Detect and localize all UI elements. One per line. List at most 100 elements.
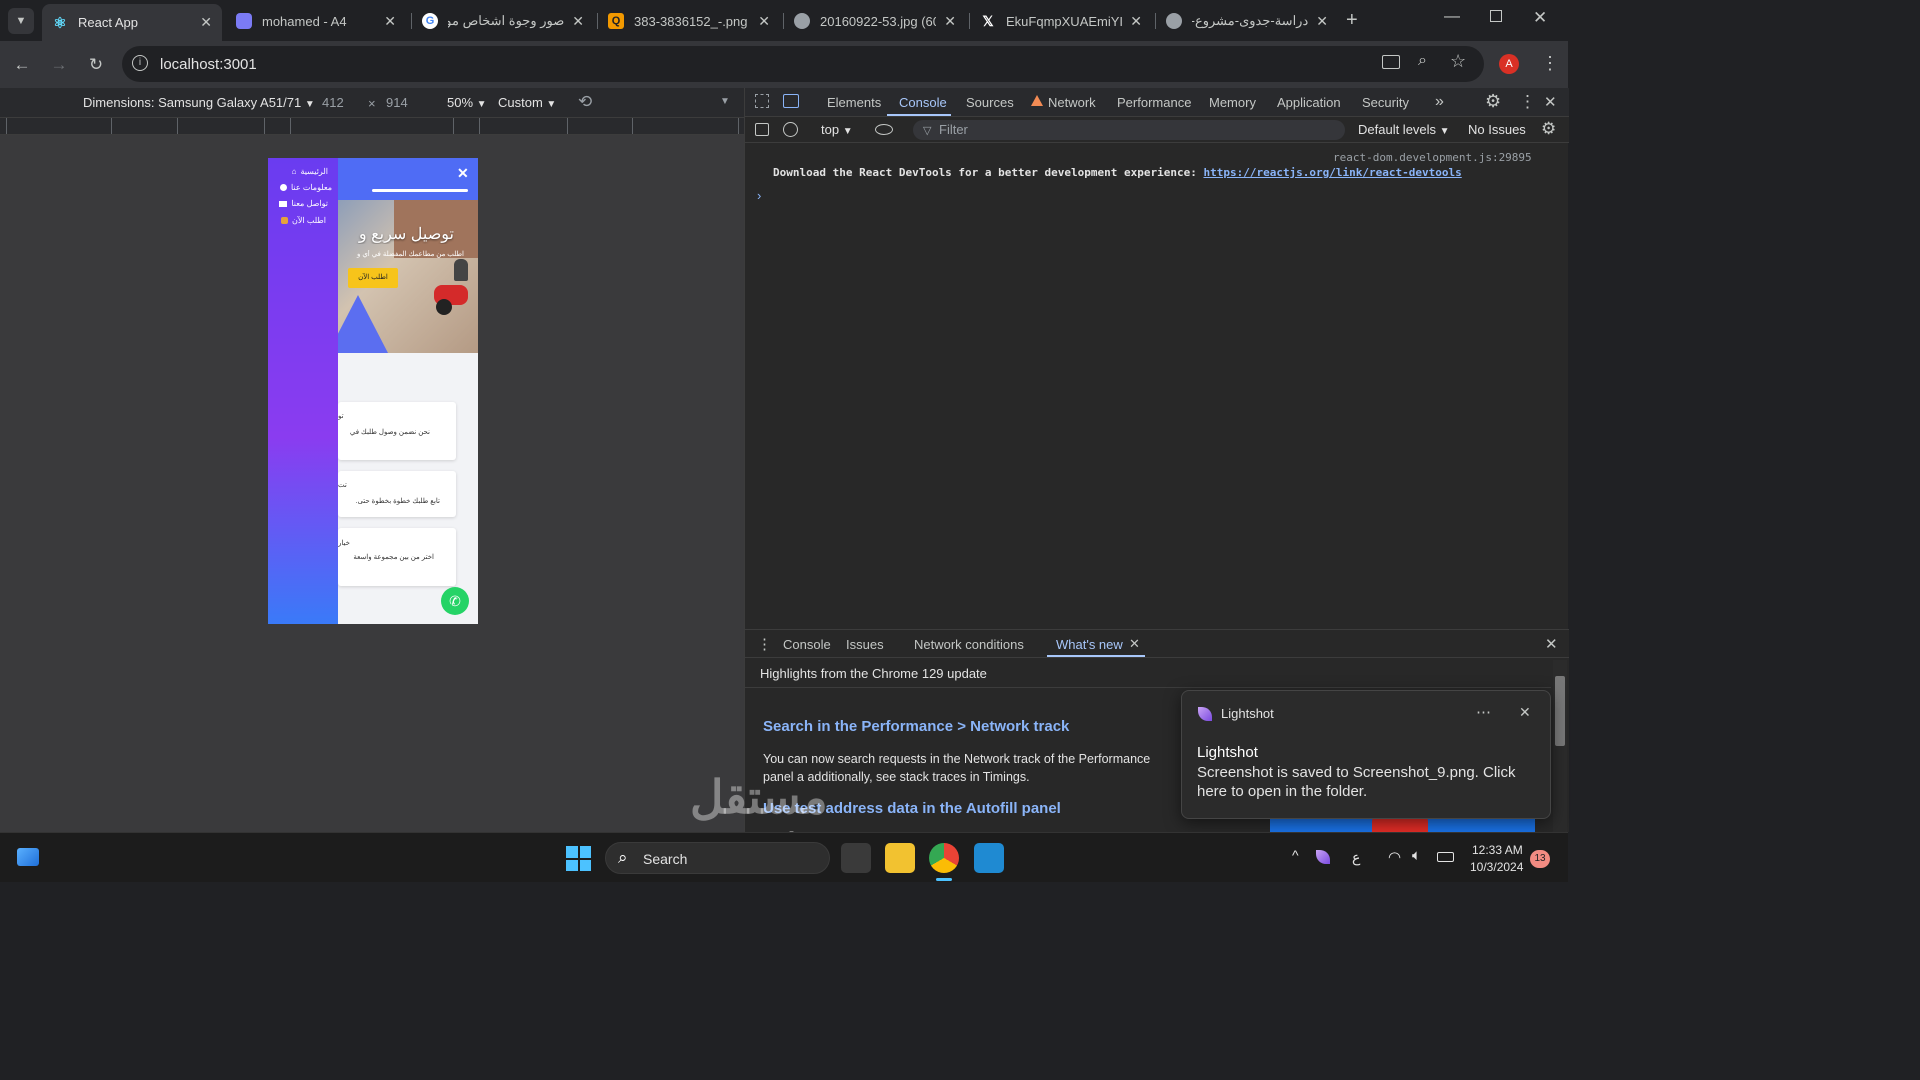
tab-elements[interactable]: Elements bbox=[827, 95, 881, 110]
console-settings-gear-icon[interactable]: ⚙ bbox=[1541, 119, 1556, 139]
live-expression-eye-icon[interactable] bbox=[875, 124, 893, 135]
menu-kebab-icon[interactable]: ⋮ bbox=[1541, 53, 1559, 74]
drawer-tab-issues[interactable]: Issues bbox=[846, 637, 884, 652]
close-drawer-icon[interactable]: ✕ bbox=[1545, 635, 1558, 653]
tab-search-button[interactable]: ▼ bbox=[8, 8, 34, 34]
zoom-select[interactable]: 50% ▼ bbox=[447, 95, 487, 110]
tab-network[interactable]: Network bbox=[1048, 95, 1096, 110]
start-windows-icon[interactable] bbox=[566, 846, 591, 871]
widgets-icon[interactable] bbox=[17, 848, 39, 866]
sidebar-item-home[interactable]: ⌂ الرئيسية bbox=[276, 167, 328, 176]
devtools-link[interactable]: https://reactjs.org/link/react-devtools bbox=[1203, 166, 1461, 179]
device-select[interactable]: Dimensions: Samsung Galaxy A51/71 ▼ bbox=[83, 95, 315, 110]
log-levels-select[interactable]: Default levels ▼ bbox=[1358, 122, 1450, 137]
reload-icon[interactable]: ↻ bbox=[84, 53, 108, 77]
clear-console-icon[interactable] bbox=[783, 122, 798, 137]
bookmark-star-icon[interactable]: ☆ bbox=[1450, 51, 1466, 72]
notification-badge[interactable]: 13 bbox=[1530, 850, 1550, 868]
card-title: تت bbox=[338, 482, 347, 489]
install-app-icon[interactable] bbox=[1382, 55, 1400, 69]
tab-google-images[interactable]: G صور وجوة اشخاص مو ✕ bbox=[412, 6, 594, 36]
close-tab-icon[interactable]: ✕ bbox=[572, 13, 584, 30]
toast-close-icon[interactable]: ✕ bbox=[1519, 704, 1531, 721]
show-hidden-icons-icon[interactable]: ^ bbox=[1292, 847, 1299, 863]
tab-console[interactable]: Console bbox=[899, 95, 947, 110]
console-prompt-icon[interactable]: › bbox=[757, 188, 761, 203]
sidebar-item-order[interactable]: اطلب الآن bbox=[276, 216, 326, 225]
height-input[interactable]: 914 bbox=[386, 95, 408, 110]
minimize-button[interactable]: — bbox=[1444, 8, 1460, 26]
back-arrow-icon[interactable]: ← bbox=[10, 53, 34, 77]
forward-arrow-icon[interactable]: → bbox=[47, 53, 71, 77]
tab-x-image[interactable]: 𝕏 EkuFqmpXUAEmiYI.jp ✕ bbox=[970, 6, 1152, 36]
lightshot-tray-icon[interactable] bbox=[1316, 850, 1330, 864]
settings-gear-icon[interactable]: ⚙ bbox=[1485, 91, 1501, 112]
taskbar-search-box[interactable]: ⌕ Search bbox=[605, 842, 830, 874]
width-input[interactable]: 412 bbox=[322, 95, 344, 110]
tab-jpg[interactable]: 20160922-53.jpg (60 ✕ bbox=[784, 6, 966, 36]
close-menu-icon[interactable]: ✕ bbox=[457, 165, 469, 182]
close-tab-icon[interactable]: ✕ bbox=[1129, 636, 1140, 652]
tab-application[interactable]: Application bbox=[1277, 95, 1341, 110]
clock-time[interactable]: 12:33 AM bbox=[1472, 843, 1523, 857]
site-info-icon[interactable]: i bbox=[132, 55, 148, 71]
tab-react-app[interactable]: ⚛ React App ✕ bbox=[42, 4, 222, 41]
sidebar-item-about[interactable]: معلومات عنا bbox=[276, 183, 332, 192]
notification-toast[interactable]: Lightshot ⋯ ✕ Lightshot Screenshot is sa… bbox=[1181, 690, 1551, 819]
toast-more-icon[interactable]: ⋯ bbox=[1476, 703, 1491, 721]
tab-sources[interactable]: Sources bbox=[966, 95, 1014, 110]
close-tab-icon[interactable]: ✕ bbox=[384, 13, 396, 30]
drawer-tab-console[interactable]: Console bbox=[783, 637, 831, 652]
issues-counter[interactable]: No Issues bbox=[1468, 122, 1526, 137]
task-view-icon[interactable] bbox=[841, 843, 871, 873]
drawer-tab-network-conditions[interactable]: Network conditions bbox=[914, 637, 1024, 652]
vscode-icon[interactable] bbox=[974, 843, 1004, 873]
profile-avatar[interactable]: A bbox=[1499, 54, 1519, 74]
tab-feasibility[interactable]: دراسة-جدوى-مشروع-ت ✕ bbox=[1156, 6, 1338, 36]
tab-title: صور وجوة اشخاص مو bbox=[448, 13, 565, 28]
close-tab-icon[interactable]: ✕ bbox=[200, 14, 212, 31]
close-tab-icon[interactable]: ✕ bbox=[758, 13, 770, 30]
close-tab-icon[interactable]: ✕ bbox=[1130, 13, 1142, 30]
chrome-icon[interactable] bbox=[929, 843, 959, 873]
close-tab-icon[interactable]: ✕ bbox=[1316, 13, 1328, 30]
filter-input[interactable]: Filter bbox=[913, 120, 1345, 140]
sidebar-toggle-icon[interactable] bbox=[755, 123, 769, 136]
clock-date[interactable]: 10/3/2024 bbox=[1470, 860, 1523, 874]
ruler-mark bbox=[567, 118, 568, 134]
drawer-tab-whats-new[interactable]: What's new bbox=[1056, 637, 1123, 652]
close-devtools-icon[interactable]: ✕ bbox=[1544, 93, 1557, 111]
feature-card: تو نحن نضمن وصول طلبك في bbox=[338, 402, 456, 460]
input-language[interactable]: ع bbox=[1352, 849, 1360, 866]
tab-memory[interactable]: Memory bbox=[1209, 95, 1256, 110]
rotate-icon[interactable]: ⟲ bbox=[578, 92, 592, 112]
file-explorer-icon[interactable] bbox=[885, 843, 915, 873]
address-bar[interactable]: i localhost:3001 ⌕ ☆ bbox=[122, 46, 1484, 82]
battery-icon[interactable] bbox=[1437, 852, 1454, 862]
close-window-button[interactable]: ✕ bbox=[1533, 8, 1547, 28]
drawer-menu-icon[interactable]: ⋮ bbox=[757, 635, 772, 653]
tab-mohamed[interactable]: mohamed - A4 ✕ bbox=[226, 6, 406, 36]
tab-png[interactable]: Q 383-3836152_-.png ( ✕ bbox=[598, 6, 780, 36]
new-tab-button[interactable]: + bbox=[1346, 9, 1358, 32]
devtools-menu-icon[interactable]: ⋮ bbox=[1519, 92, 1536, 112]
console-log-source[interactable]: react-dom.development.js:29895 bbox=[1333, 151, 1532, 164]
zoom-icon[interactable]: ⌕ bbox=[1418, 52, 1427, 70]
volume-icon[interactable]: 🔈︎ bbox=[1412, 847, 1421, 864]
news-title[interactable]: Search in the Performance > Network trac… bbox=[763, 718, 1069, 735]
whatsapp-button[interactable]: ✆ bbox=[441, 587, 469, 615]
throttle-select[interactable]: Custom ▼ bbox=[498, 95, 556, 110]
more-tabs-icon[interactable]: » bbox=[1435, 93, 1444, 111]
close-tab-icon[interactable]: ✕ bbox=[944, 13, 956, 30]
more-options-icon[interactable]: ▼ bbox=[720, 96, 730, 107]
drawer-scrollbar[interactable] bbox=[1553, 660, 1567, 832]
inspect-element-icon[interactable] bbox=[755, 94, 769, 108]
context-select[interactable]: top ▼ bbox=[821, 122, 853, 137]
tab-security[interactable]: Security bbox=[1362, 95, 1409, 110]
wifi-icon[interactable]: ◠ bbox=[1388, 848, 1401, 866]
sidebar-item-contact[interactable]: تواصل معنا bbox=[276, 199, 328, 208]
order-now-button[interactable]: اطلب الآن bbox=[348, 268, 398, 288]
device-toggle-icon[interactable] bbox=[783, 94, 799, 108]
restore-button[interactable] bbox=[1490, 10, 1502, 22]
tab-performance[interactable]: Performance bbox=[1117, 95, 1191, 110]
